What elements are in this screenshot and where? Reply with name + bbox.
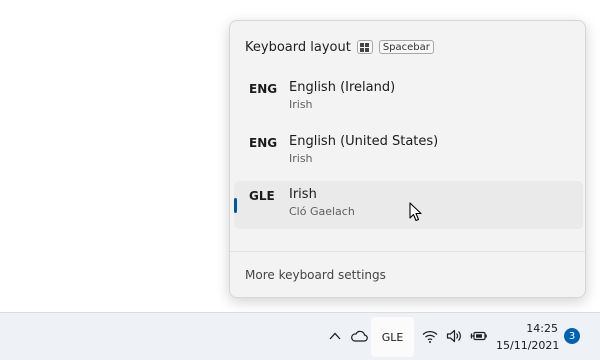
chevron-up-icon[interactable]: [326, 327, 344, 345]
layout-name: English (Ireland): [289, 80, 396, 95]
speaker-icon[interactable]: [445, 327, 463, 345]
layout-keyboard: Irish: [289, 98, 313, 111]
battery-plug-icon[interactable]: [469, 327, 489, 345]
spacebar-key-hint: Spacebar: [378, 40, 434, 54]
taskbar: GLE 14:25 15/11/2021 3: [0, 312, 600, 360]
onedrive-cloud-icon[interactable]: [349, 327, 369, 345]
notification-badge[interactable]: 3: [564, 328, 580, 344]
wifi-icon[interactable]: [421, 327, 439, 345]
windows-key-icon: [356, 40, 373, 54]
layout-keyboard: Cló Gaelach: [289, 205, 355, 218]
clock-date: 15/11/2021: [496, 339, 560, 352]
input-language-label: GLE: [381, 330, 404, 344]
layout-name: Irish: [289, 187, 317, 202]
layout-keyboard: Irish: [289, 152, 313, 165]
system-clock[interactable]: 14:25 15/11/2021: [496, 320, 560, 354]
flyout-header: Keyboard layout Spacebar: [245, 38, 434, 56]
keyboard-layout-flyout: Keyboard layout Spacebar ENG English (Ir…: [229, 20, 586, 298]
clock-time: 14:25: [526, 322, 558, 335]
layout-code: GLE: [249, 189, 275, 203]
layout-name: English (United States): [289, 134, 439, 149]
flyout-title: Keyboard layout: [245, 39, 351, 55]
selected-indicator: [234, 198, 237, 213]
divider: [230, 251, 585, 252]
layout-item-english-ireland[interactable]: ENG English (Ireland) Irish: [234, 74, 583, 122]
mouse-cursor-icon: [409, 202, 422, 222]
layout-item-english-us[interactable]: ENG English (United States) Irish: [234, 128, 583, 176]
layout-code: ENG: [249, 136, 278, 150]
more-keyboard-settings-link[interactable]: More keyboard settings: [245, 268, 386, 282]
input-language-button[interactable]: GLE: [371, 317, 414, 357]
layout-code: ENG: [249, 82, 278, 96]
